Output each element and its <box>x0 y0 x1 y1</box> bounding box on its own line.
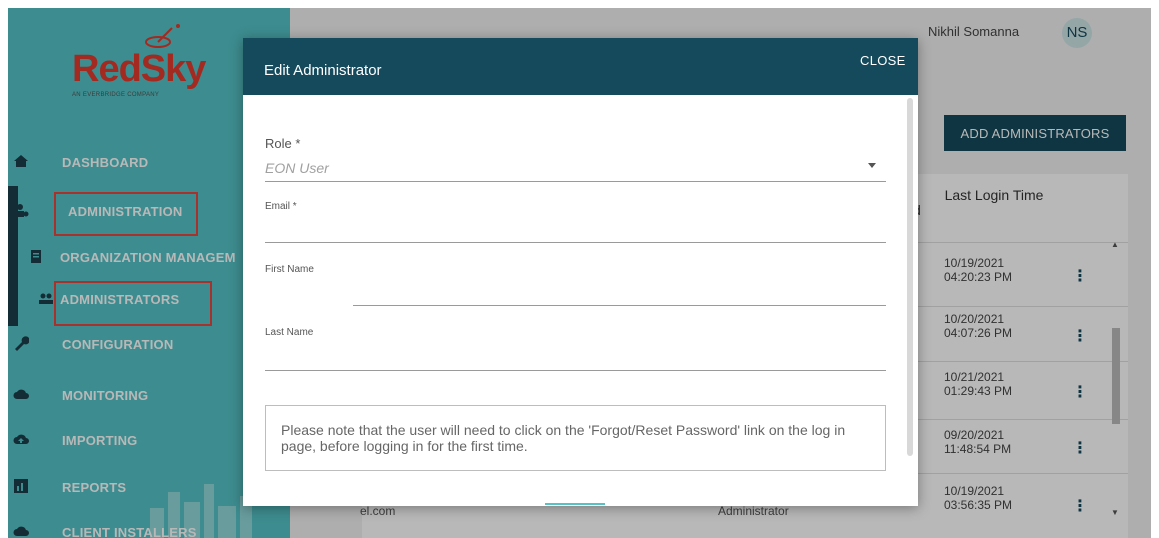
role-label: Role * <box>265 136 301 151</box>
dialog-header: Edit Administrator CLOSE <box>243 38 918 95</box>
dialog-title: Edit Administrator <box>264 62 382 79</box>
password-note-box: Please note that the user will need to c… <box>265 405 886 471</box>
close-button[interactable]: CLOSE <box>860 53 906 68</box>
last-name-label: Last Name <box>265 327 314 338</box>
dialog-bottom-accent <box>545 503 605 505</box>
chevron-down-icon[interactable] <box>868 163 876 168</box>
first-name-label: First Name <box>265 264 314 275</box>
dialog-scrollbar[interactable] <box>907 98 913 456</box>
role-select-value[interactable]: EON User <box>265 160 329 176</box>
password-note-text: Please note that the user will need to c… <box>281 422 846 454</box>
role-select-underline <box>265 181 886 182</box>
email-field[interactable] <box>265 242 886 243</box>
first-name-field[interactable] <box>353 305 886 306</box>
edit-administrator-dialog: Edit Administrator CLOSE Role * EON User… <box>243 38 918 506</box>
app-window: RedSky AN EVERBRIDGE COMPANY DASHBOARD A… <box>8 8 1151 538</box>
last-name-field[interactable] <box>265 370 886 371</box>
email-label: Email * <box>265 201 297 212</box>
